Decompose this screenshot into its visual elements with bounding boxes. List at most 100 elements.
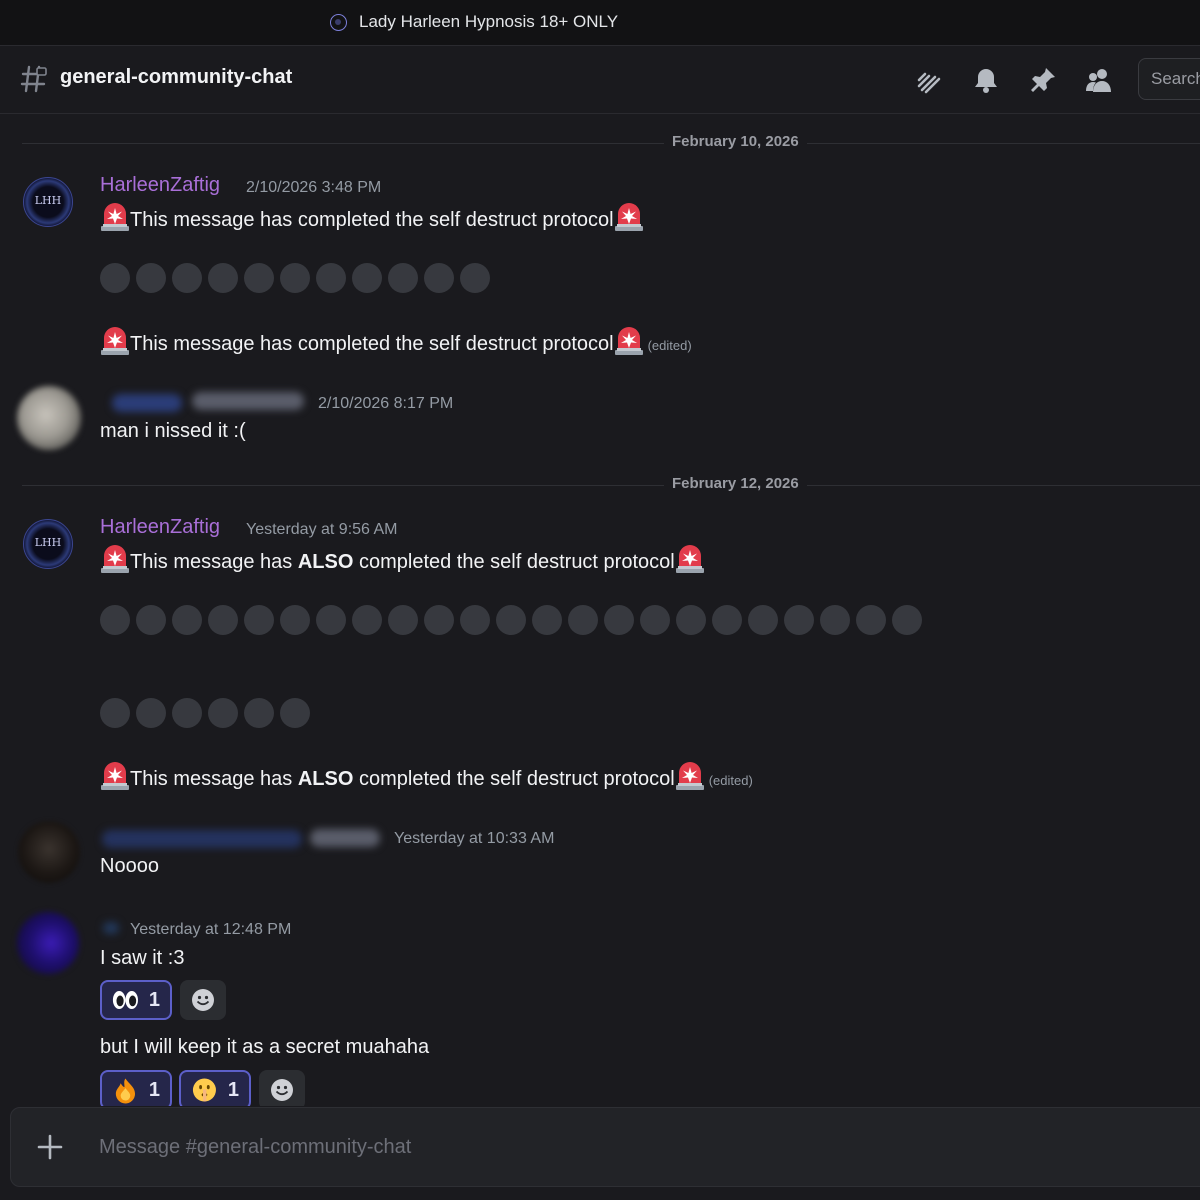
username-redacted[interactable] [192, 392, 304, 410]
fire-emoji-icon [115, 1078, 136, 1104]
spoiler-emoji[interactable] [172, 698, 202, 728]
spoiler-emoji[interactable] [100, 605, 130, 635]
spoiler-emoji[interactable] [208, 605, 238, 635]
spoiler-emoji[interactable] [424, 605, 454, 635]
message-text: I saw it :3 [100, 947, 185, 969]
spoiler-emoji[interactable] [460, 263, 490, 293]
spoiler-emoji[interactable] [208, 698, 238, 728]
spoiler-emoji[interactable] [388, 263, 418, 293]
member-list-icon[interactable] [1085, 66, 1113, 94]
spoiler-emoji[interactable] [388, 605, 418, 635]
username-redacted[interactable] [112, 394, 182, 412]
date-divider-label: February 12, 2026 [664, 475, 807, 492]
message-text: This message has completed the self dest… [130, 333, 614, 355]
spoiler-emoji[interactable] [496, 605, 526, 635]
pinned-messages-icon[interactable] [1029, 66, 1057, 94]
message-input[interactable] [99, 1132, 1099, 1162]
spoiler-emoji[interactable] [316, 605, 346, 635]
username-redacted[interactable] [310, 829, 380, 847]
message-author[interactable]: HarleenZaftig [100, 516, 220, 539]
add-reaction-button[interactable] [180, 980, 226, 1020]
spoiler-emoji[interactable] [712, 605, 742, 635]
spoiler-emoji[interactable] [244, 698, 274, 728]
spoiler-emoji[interactable] [316, 263, 346, 293]
username-redacted[interactable] [103, 922, 119, 934]
avatar[interactable] [17, 386, 81, 450]
reaction-shushing-face[interactable]: 1 [179, 1070, 251, 1106]
spoiler-emoji[interactable] [208, 263, 238, 293]
rotating-light-emoji-icon [675, 544, 705, 574]
spoiler-emoji[interactable] [352, 263, 382, 293]
message-text-bold: ALSO [297, 551, 354, 573]
message-timestamp: Yesterday at 10:33 AM [394, 830, 555, 847]
spoiler-emoji-row[interactable] [100, 605, 922, 635]
avatar[interactable] [17, 912, 79, 974]
spoiler-emoji[interactable] [172, 605, 202, 635]
avatar[interactable]: LHH [23, 519, 73, 569]
message-text: but I will keep it as a secret muahaha [100, 1036, 430, 1058]
rotating-light-emoji-icon [614, 326, 644, 356]
spoiler-emoji[interactable] [136, 605, 166, 635]
spoiler-emoji[interactable] [280, 605, 310, 635]
spoiler-emoji[interactable] [676, 605, 706, 635]
shushing-face-emoji-icon [192, 1078, 216, 1102]
message-text-pre: This message has [130, 551, 298, 573]
spoiler-emoji[interactable] [784, 605, 814, 635]
message-author[interactable]: HarleenZaftig [100, 174, 220, 197]
spoiler-emoji[interactable] [532, 605, 562, 635]
spoiler-emoji[interactable] [172, 263, 202, 293]
channel-header: general-community-chat Search [0, 46, 1200, 114]
title-bar: Lady Harleen Hypnosis 18+ ONLY [0, 0, 1200, 46]
avatar-initials: LHH [34, 536, 62, 549]
add-reaction-smile-icon [270, 1078, 294, 1102]
message-line: This message has ALSO completed the self… [100, 544, 705, 574]
spoiler-emoji[interactable] [352, 605, 382, 635]
spoiler-emoji-row[interactable] [100, 698, 310, 728]
message-line: This message has completed the self dest… [100, 202, 644, 232]
username-redacted[interactable] [102, 830, 302, 848]
threads-icon[interactable] [915, 66, 943, 94]
spoiler-emoji[interactable] [244, 263, 274, 293]
spoiler-emoji[interactable] [856, 605, 886, 635]
message-text: man i nissed it :( [100, 420, 246, 442]
rotating-light-emoji-icon [100, 761, 130, 791]
date-divider-label: February 10, 2026 [664, 133, 807, 150]
spoiler-emoji[interactable] [280, 698, 310, 728]
spoiler-emoji[interactable] [892, 605, 922, 635]
server-title: Lady Harleen Hypnosis 18+ ONLY [359, 12, 619, 31]
server-icon [330, 13, 347, 31]
spoiler-emoji[interactable] [136, 263, 166, 293]
spoiler-emoji-row[interactable] [100, 263, 490, 293]
message-timestamp: 2/10/2026 3:48 PM [246, 179, 382, 196]
edited-label: (edited) [647, 338, 692, 353]
spoiler-emoji[interactable] [604, 605, 634, 635]
reaction-eyes[interactable]: 1 [100, 980, 172, 1020]
spoiler-emoji[interactable] [640, 605, 670, 635]
spoiler-emoji[interactable] [100, 698, 130, 728]
spoiler-emoji[interactable] [820, 605, 850, 635]
spoiler-emoji[interactable] [100, 263, 130, 293]
plus-icon[interactable] [37, 1134, 63, 1160]
reaction-count: 1 [148, 1078, 160, 1101]
spoiler-emoji[interactable] [568, 605, 598, 635]
add-reaction-smile-icon [191, 988, 215, 1012]
message-line: This message has completed the self dest… [100, 326, 692, 356]
channel-name: general-community-chat [60, 66, 293, 88]
message-text: This message has completed the self dest… [130, 209, 614, 231]
avatar[interactable]: LHH [23, 177, 73, 227]
spoiler-emoji[interactable] [280, 263, 310, 293]
spoiler-emoji[interactable] [136, 698, 166, 728]
add-reaction-button[interactable] [259, 1070, 305, 1106]
avatar[interactable] [18, 821, 80, 883]
message-timestamp: Yesterday at 9:56 AM [246, 521, 398, 538]
spoiler-emoji[interactable] [748, 605, 778, 635]
spoiler-emoji[interactable] [424, 263, 454, 293]
reaction-count: 1 [227, 1078, 239, 1101]
reaction-fire[interactable]: 1 [100, 1070, 172, 1106]
notification-bell-icon[interactable] [972, 66, 1000, 94]
spoiler-emoji[interactable] [460, 605, 490, 635]
message-line: This message has ALSO completed the self… [100, 761, 753, 791]
search-input[interactable]: Search [1138, 58, 1200, 100]
message-text-bold: ALSO [297, 768, 354, 790]
spoiler-emoji[interactable] [244, 605, 274, 635]
